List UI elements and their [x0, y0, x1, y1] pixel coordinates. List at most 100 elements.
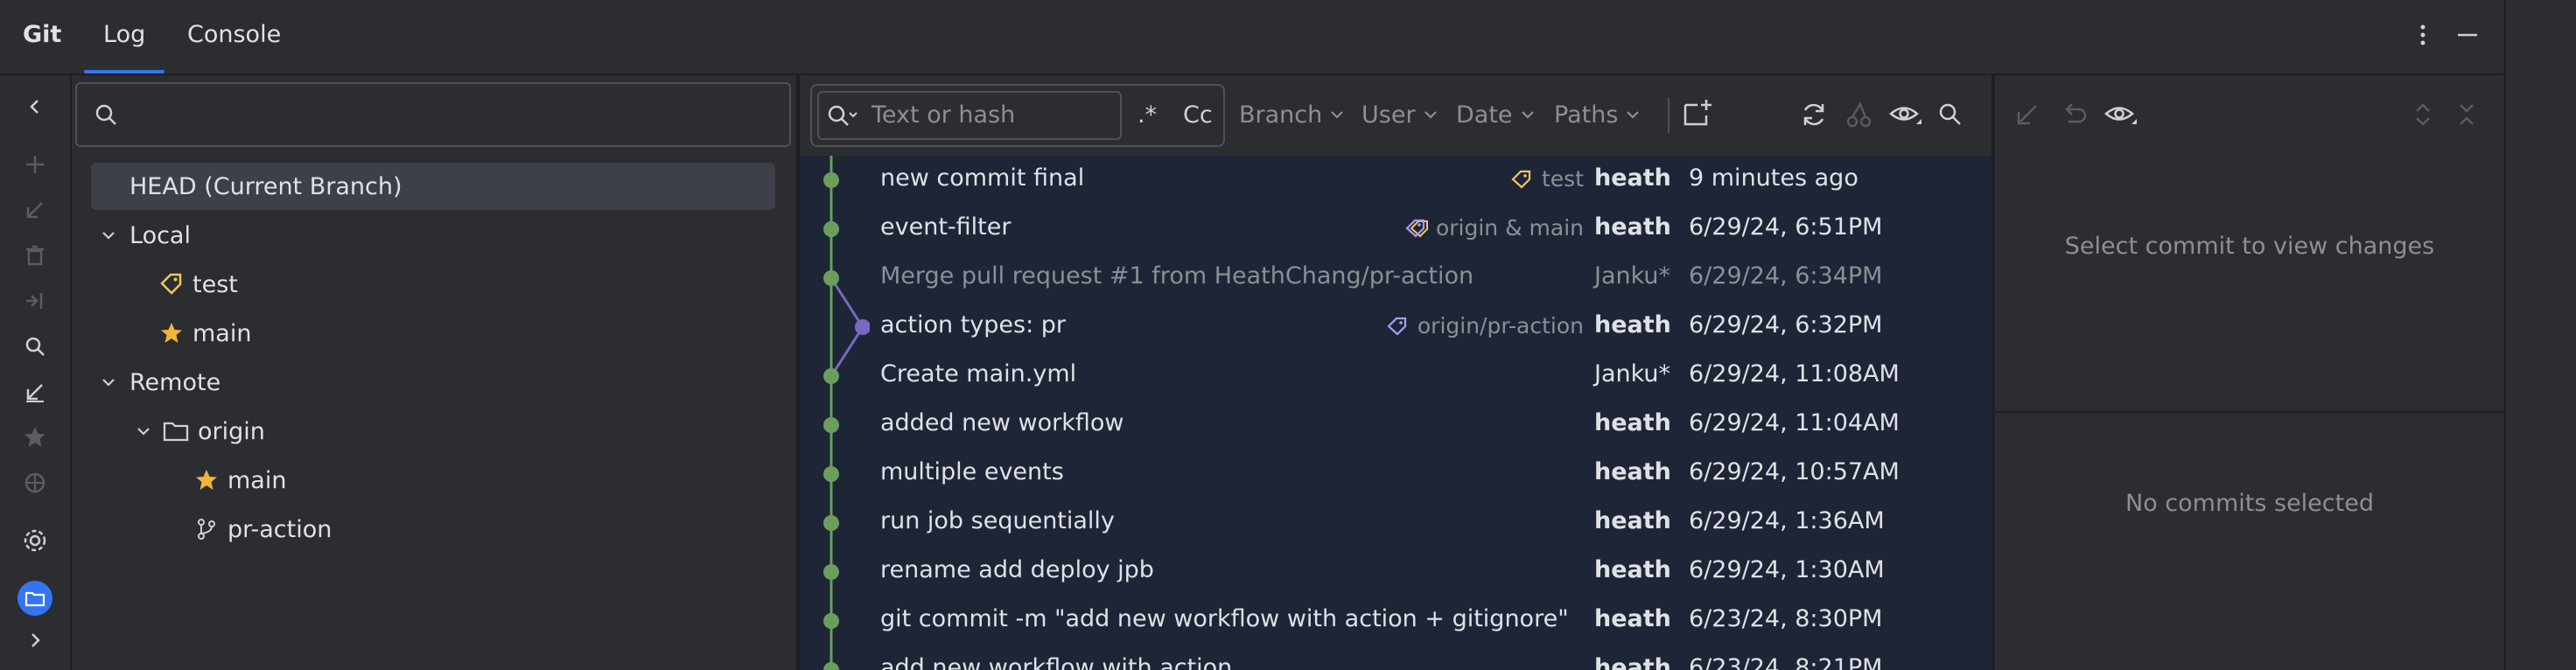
commit-row[interactable]: multiple events heath 6/29/24, 10:57AM [800, 450, 1992, 499]
commit-author: Janku* [1594, 360, 1671, 387]
branch-search-field[interactable] [75, 82, 791, 147]
branch-label: pr-action [228, 515, 332, 543]
paths-filter[interactable]: Paths [1554, 101, 1641, 129]
collapse-all-icon[interactable] [2454, 101, 2480, 131]
checkout-revision-icon[interactable] [2012, 100, 2042, 133]
commit-author: heath [1594, 507, 1671, 534]
navigate-icon[interactable] [19, 467, 51, 499]
detail-splitter[interactable] [1995, 411, 2504, 413]
commit-message: git commit -m "add new workflow with act… [880, 605, 1569, 632]
regex-toggle[interactable]: .* [1138, 101, 1157, 129]
tab-log[interactable]: Log [103, 21, 145, 48]
new-tab-icon[interactable] [1682, 96, 1715, 133]
more-options-icon[interactable] [2410, 19, 2436, 51]
commit-date: 6/29/24, 11:04AM [1689, 409, 1900, 436]
chevron-down-icon [126, 422, 161, 440]
input-placeholder: Text or hash [872, 101, 1016, 129]
cherry-pick-icon[interactable] [1844, 100, 1874, 133]
commit-date: 6/29/24, 6:34PM [1689, 262, 1883, 290]
select-commit-message: Select commit to view changes [2064, 233, 2435, 260]
commit-date: 6/29/24, 10:57AM [1689, 458, 1900, 485]
search-icon[interactable] [1937, 101, 1964, 131]
commit-row[interactable]: Merge pull request #1 from HeathChang/pr… [800, 254, 1992, 303]
tree-node-origin[interactable]: origin [126, 408, 265, 455]
commit-date: 6/23/24, 8:30PM [1689, 605, 1883, 632]
text-or-hash-input[interactable]: Text or hash [817, 91, 1122, 140]
chevron-down-icon [91, 373, 126, 391]
user-filter[interactable]: User [1362, 101, 1438, 129]
branch-item-main[interactable]: main [159, 310, 251, 357]
commit-row[interactable]: new commit final test heath 9 minutes ago [800, 156, 1992, 205]
commit-message: Merge pull request #1 from HeathChang/pr… [880, 262, 1474, 290]
add-branch-icon[interactable] [19, 149, 51, 180]
tree-node-local[interactable]: Local [91, 212, 191, 259]
update-branch-icon[interactable] [19, 376, 51, 408]
branches-panel: HEAD (Current Branch) Local test main Re… [72, 75, 796, 670]
eye-icon[interactable] [1888, 100, 1923, 133]
collapse-left-icon[interactable] [19, 91, 51, 122]
search-icon [93, 101, 119, 131]
refresh-icon[interactable] [1799, 100, 1829, 133]
commit-row[interactable]: event-filter origin & main heath 6/29/24, 6… [800, 205, 1992, 254]
merge-icon[interactable] [19, 285, 51, 317]
tree-node-remote[interactable]: Remote [91, 359, 220, 406]
commit-row[interactable]: run job sequentially heath 6/29/24, 1:36AM [800, 499, 1992, 548]
commit-date: 6/29/24, 11:08AM [1689, 360, 1900, 387]
commit-author: heath [1594, 164, 1671, 192]
tab-console[interactable]: Console [187, 21, 281, 48]
tool-window-title: Git [23, 21, 62, 48]
commit-author: heath [1594, 311, 1671, 338]
ref-name: origin & main [1435, 215, 1584, 241]
branch-filter[interactable]: Branch [1239, 101, 1345, 129]
filter-label: Branch [1239, 101, 1323, 129]
commit-row[interactable]: Create main.yml Janku* 6/29/24, 11:08AM [800, 352, 1992, 401]
commit-message: new commit final [880, 164, 1085, 192]
commit-row[interactable]: git commit -m "add new workflow with act… [800, 597, 1992, 646]
filter-label: Date [1456, 101, 1513, 129]
commit-date: 6/23/24, 8:21PM [1689, 654, 1883, 670]
commit-row[interactable]: action types: pr origin/pr-action heath 6/2… [800, 303, 1992, 352]
expand-collapse-icon[interactable] [2410, 101, 2436, 131]
branch-item-test[interactable]: test [159, 261, 238, 308]
node-label: Local [130, 221, 191, 249]
commit-author: Janku* [1594, 262, 1671, 290]
commit-message: event-filter [880, 213, 1012, 241]
match-case-toggle[interactable]: Cc [1183, 101, 1213, 129]
branch-item-origin-pr-action[interactable]: pr-action [194, 506, 332, 553]
date-filter[interactable]: Date [1456, 101, 1536, 129]
commit-details-panel: Select commit to view changes No commits… [1995, 75, 2504, 670]
group-by-directory-icon[interactable] [18, 581, 52, 616]
chevron-down-icon [1625, 101, 1641, 129]
search-icon[interactable] [19, 331, 51, 362]
ref-label: test [1510, 166, 1584, 192]
settings-gear-icon[interactable] [19, 525, 51, 556]
commit-date: 6/29/24, 6:51PM [1689, 213, 1883, 241]
search-history-icon[interactable] [826, 103, 858, 133]
favorite-star-icon[interactable] [19, 422, 51, 453]
node-label: origin [198, 417, 265, 445]
branch-item-head[interactable]: HEAD (Current Branch) [91, 163, 775, 210]
minimize-icon[interactable] [2454, 19, 2482, 51]
branch-search-input[interactable] [130, 96, 780, 135]
log-panel: Text or hash .* Cc Branch User Date Path… [800, 75, 1992, 670]
commit-message: rename add deploy jpb [880, 556, 1154, 583]
commit-author: heath [1594, 556, 1671, 583]
folder-icon [163, 420, 192, 443]
ref-label: origin/pr-action [1386, 313, 1584, 338]
tag-icon [159, 272, 189, 297]
eye-icon[interactable] [2104, 100, 2138, 133]
commit-row[interactable]: add new workflow with action heath 6/23/24… [800, 646, 1992, 670]
tag-icon [1511, 170, 1531, 189]
checkout-icon[interactable] [19, 194, 51, 226]
commit-message: added new workflow [880, 409, 1124, 436]
expand-right-icon[interactable] [19, 625, 51, 656]
delete-icon[interactable] [19, 240, 51, 271]
revert-icon[interactable] [2060, 100, 2090, 133]
ref-label: origin & main [1404, 215, 1584, 241]
node-label: Remote [130, 368, 221, 396]
commit-row[interactable]: added new workflow heath 6/29/24, 11:04AM [800, 401, 1992, 450]
commit-row[interactable]: rename add deploy jpb heath 6/29/24, 1:30A… [800, 548, 1992, 597]
branch-item-origin-main[interactable]: main [194, 457, 286, 504]
left-toolbar [0, 75, 72, 670]
top-bar: Git Log Console [0, 0, 2504, 75]
